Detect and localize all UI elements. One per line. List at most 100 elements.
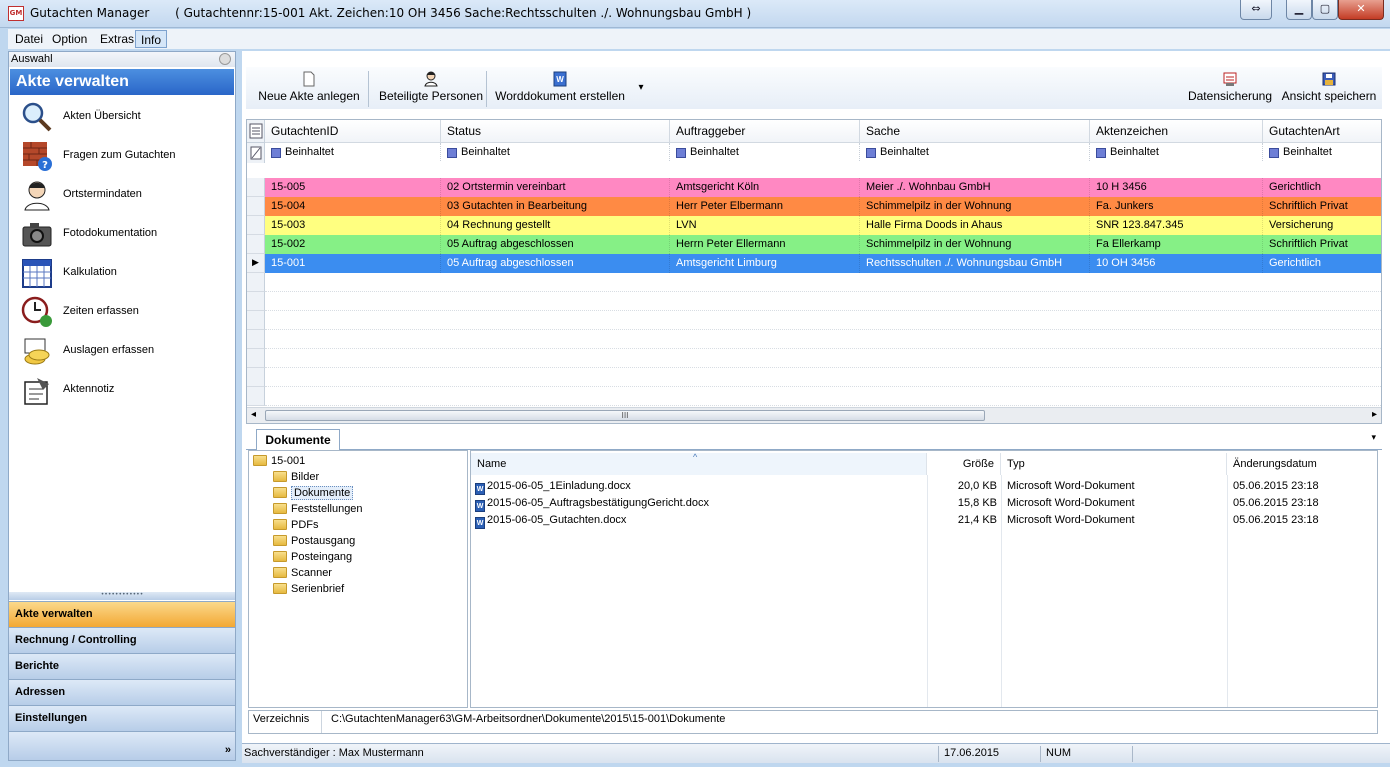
section-einstellungen[interactable]: Einstellungen xyxy=(9,705,235,731)
menu-option[interactable]: Option xyxy=(47,30,92,48)
note-icon xyxy=(24,378,49,405)
section-berichte[interactable]: Berichte xyxy=(9,653,235,679)
section-adressen[interactable]: Adressen xyxy=(9,679,235,705)
scroll-left-arrow[interactable]: ◂ xyxy=(251,409,256,420)
column-header-status[interactable]: Status xyxy=(441,120,670,143)
nav-item-akten-uebersicht[interactable]: Akten Übersicht xyxy=(21,99,231,135)
row-header[interactable]: ▶ xyxy=(247,254,265,273)
row-header[interactable] xyxy=(247,311,265,330)
file-column-date[interactable]: Änderungsdatum xyxy=(1227,453,1377,475)
file-row[interactable]: W 2015-06-05_1Einladung.docx 20,0 KB Micros… xyxy=(475,478,1375,495)
sort-ascending-icon: ^ xyxy=(693,452,698,462)
question-wall-icon: ? xyxy=(23,142,52,171)
table-row[interactable]: 15-005 02 Ortstermin vereinbart Amtsgerich… xyxy=(265,178,1381,197)
filter-aktenzeichen[interactable]: Beinhaltet xyxy=(1090,143,1263,161)
more-sections-icon[interactable]: » xyxy=(225,738,231,763)
filter-gutachtenart[interactable]: Beinhaltet xyxy=(1263,143,1381,161)
row-header[interactable] xyxy=(247,387,265,406)
row-header[interactable] xyxy=(247,235,265,254)
table-cell-id: 15-001 xyxy=(265,254,441,273)
word-document-button[interactable]: W Worddokument erstellen xyxy=(492,67,628,109)
panel-splitter[interactable]: •••••••••••• xyxy=(9,592,235,600)
minimize-button[interactable]: ▁ xyxy=(1286,0,1312,20)
filter-status[interactable]: Beinhaltet xyxy=(441,143,670,161)
table-row[interactable]: 15-003 04 Rechnung gestellt LVN Halle Firma… xyxy=(265,216,1381,235)
table-row[interactable]: 15-001 05 Auftrag abgeschlossen Amtsgerich… xyxy=(265,254,1381,273)
file-row[interactable]: W 2015-06-05_Gutachten.docx 21,4 KB Microso… xyxy=(475,512,1375,529)
word-dropdown-arrow[interactable]: ▾ xyxy=(634,67,648,109)
row-header[interactable] xyxy=(247,349,265,368)
table-cell-art: Gerichtlich xyxy=(1263,178,1381,197)
involved-persons-button[interactable]: Beteiligte Personen xyxy=(374,67,488,109)
restore-size-button[interactable]: ⇔ xyxy=(1240,0,1272,20)
table-row[interactable]: 15-004 03 Gutachten in Bearbeitung Herr Pe… xyxy=(265,197,1381,216)
backup-button[interactable]: Datensicherung xyxy=(1184,67,1276,109)
column-header-sache[interactable]: Sache xyxy=(860,120,1090,143)
row-header[interactable] xyxy=(247,216,265,235)
scrollbar-thumb[interactable]: III xyxy=(265,410,985,421)
tree-node-feststellungen[interactable]: Feststellungen xyxy=(273,501,363,517)
tree-node-bilder[interactable]: Bilder xyxy=(273,469,319,485)
column-header-aktenzeichen[interactable]: Aktenzeichen xyxy=(1090,120,1263,143)
tab-dokumente[interactable]: Dokumente xyxy=(256,429,340,451)
nav-item-fragen[interactable]: ? Fragen zum Gutachten xyxy=(21,138,231,174)
new-case-button[interactable]: Neue Akte anlegen xyxy=(254,67,364,109)
grid-column-chooser[interactable] xyxy=(247,120,265,143)
row-header[interactable] xyxy=(247,178,265,197)
file-column-name[interactable]: Name ^ xyxy=(471,452,927,475)
menu-extras[interactable]: Extras xyxy=(95,30,139,48)
tab-dropdown-icon[interactable]: ▾ xyxy=(1371,433,1376,443)
filter-clear[interactable] xyxy=(247,143,265,163)
tree-node-serienbrief[interactable]: Serienbrief xyxy=(273,581,344,597)
filter-sache[interactable]: Beinhaltet xyxy=(860,143,1090,161)
file-row[interactable]: W 2015-06-05_AuftragsbestätigungGericht.d… xyxy=(475,495,1375,512)
row-header[interactable] xyxy=(247,292,265,311)
row-header[interactable] xyxy=(247,197,265,216)
row-header[interactable] xyxy=(247,330,265,349)
nav-item-zeiten-erfassen[interactable]: Zeiten erfassen xyxy=(21,294,231,330)
maximize-button[interactable]: ▢ xyxy=(1312,0,1338,20)
folder-icon xyxy=(273,503,287,514)
scroll-right-arrow[interactable]: ▸ xyxy=(1372,409,1377,420)
folder-icon xyxy=(273,471,287,482)
section-akte-verwalten[interactable]: Akte verwalten xyxy=(9,601,235,627)
folder-tree: 15-001 Bilder Dokumente Feststellungen P… xyxy=(248,450,468,708)
row-header[interactable] xyxy=(247,368,265,387)
tree-node-label: 15-001 xyxy=(271,455,306,467)
file-column-size[interactable]: Größe xyxy=(927,453,1001,475)
save-view-button[interactable]: Ansicht speichern xyxy=(1280,67,1378,109)
nav-item-kalkulation[interactable]: Kalkulation xyxy=(21,255,231,291)
row-header[interactable] xyxy=(247,273,265,292)
nav-item-label: Ortstermindaten xyxy=(63,188,142,200)
tree-node-postausgang[interactable]: Postausgang xyxy=(273,533,355,549)
filter-auftraggeber[interactable]: Beinhaltet xyxy=(670,143,860,161)
menu-info[interactable]: Info xyxy=(135,30,168,48)
table-cell-auftraggeber: Herrn Peter Ellermann xyxy=(670,235,860,254)
horizontal-scrollbar[interactable]: ◂ III ▸ xyxy=(247,407,1381,423)
section-rechnung-controlling[interactable]: Rechnung / Controlling xyxy=(9,627,235,653)
nav-item-fotodokumentation[interactable]: Fotodokumentation xyxy=(21,216,231,252)
filter-gutachtenid[interactable]: Beinhaltet xyxy=(265,143,441,161)
nav-item-aktennotiz[interactable]: Aktennotiz xyxy=(21,372,231,408)
nav-item-ortstermindaten[interactable]: Ortstermindaten xyxy=(21,177,231,213)
panel-caption: Auswahl xyxy=(9,52,235,67)
tree-node-dokumente[interactable]: Dokumente xyxy=(273,485,354,501)
close-button[interactable]: ✕ xyxy=(1338,0,1384,20)
folder-icon xyxy=(273,535,287,546)
file-column-type[interactable]: Typ xyxy=(1001,453,1227,475)
column-header-auftraggeber[interactable]: Auftraggeber xyxy=(670,120,860,143)
table-row[interactable]: 15-002 05 Auftrag abgeschlossen Herrn Pete… xyxy=(265,235,1381,254)
nav-item-auslagen-erfassen[interactable]: Auslagen erfassen xyxy=(21,333,231,369)
tree-node-root[interactable]: 15-001 xyxy=(253,453,305,469)
save-icon xyxy=(1322,72,1336,86)
menu-datei[interactable]: Datei xyxy=(10,30,48,48)
table-cell-status: 05 Auftrag abgeschlossen xyxy=(441,235,670,254)
pin-icon[interactable] xyxy=(219,53,231,65)
tree-node-scanner[interactable]: Scanner xyxy=(273,565,332,581)
nav-item-label: Zeiten erfassen xyxy=(63,305,139,317)
tree-node-posteingang[interactable]: Posteingang xyxy=(273,549,352,565)
tree-node-pdfs[interactable]: PDFs xyxy=(273,517,319,533)
word-file-icon: W xyxy=(475,517,485,529)
column-header-gutachtenart[interactable]: GutachtenArt xyxy=(1263,120,1381,143)
column-header-gutachtenid[interactable]: GutachtenID xyxy=(265,120,441,143)
